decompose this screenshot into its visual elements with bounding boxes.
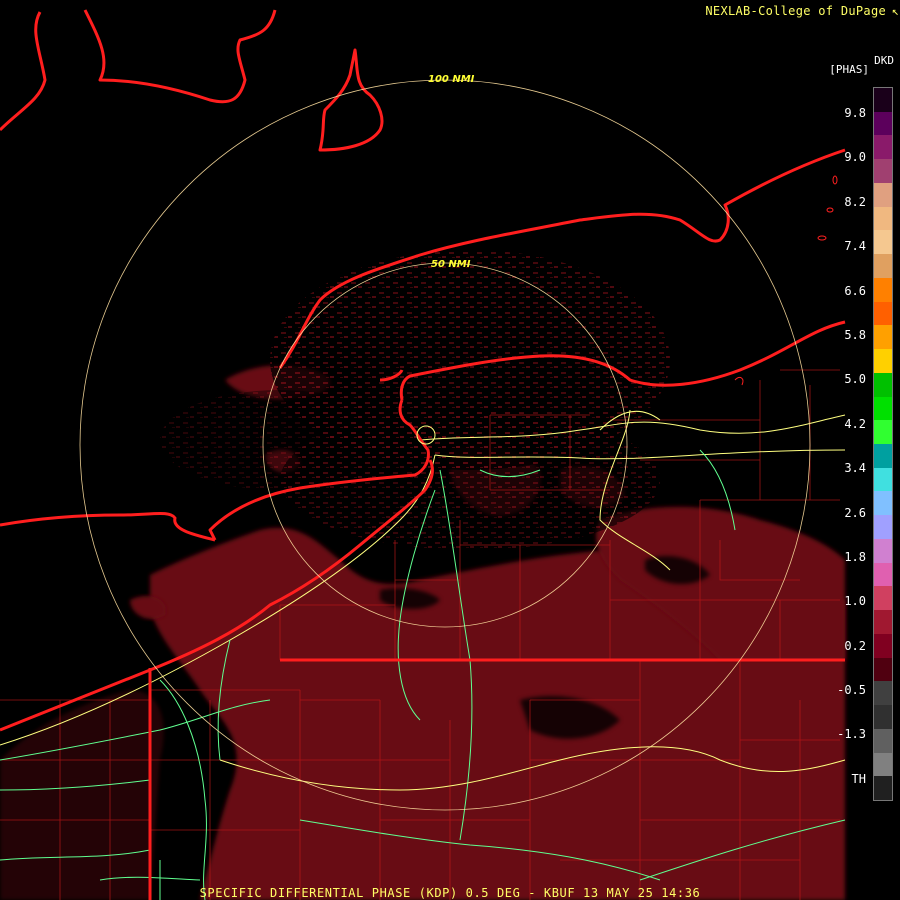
legend-swatch bbox=[874, 206, 892, 231]
legend-units: [PHAS] bbox=[829, 63, 869, 76]
legend-swatch bbox=[874, 776, 892, 801]
legend-swatch bbox=[874, 752, 892, 777]
lake-outlines bbox=[734, 175, 838, 386]
speckle-echoes bbox=[160, 250, 670, 550]
product-code: DKD bbox=[874, 54, 894, 67]
legend-swatch bbox=[874, 562, 892, 587]
legend-swatch bbox=[874, 657, 892, 682]
legend-tick-label: 2.6 bbox=[844, 506, 866, 520]
credit-arrow-icon: ↖ bbox=[891, 4, 899, 18]
legend-tick-label: -1.3 bbox=[837, 727, 866, 741]
legend-swatch bbox=[874, 728, 892, 753]
legend-tick-label: 1.0 bbox=[844, 594, 866, 608]
legend-swatch bbox=[874, 230, 892, 255]
legend-tick-label: 5.8 bbox=[844, 328, 866, 342]
product-footer: SPECIFIC DIFFERENTIAL PHASE (KDP) 0.5 DE… bbox=[199, 886, 701, 900]
legend-tick-label: -0.5 bbox=[837, 683, 866, 697]
legend-tick-label: 8.2 bbox=[844, 195, 866, 209]
legend-swatch bbox=[874, 538, 892, 563]
legend-swatch bbox=[874, 633, 892, 658]
legend-tick-label: 4.2 bbox=[844, 417, 866, 431]
legend-swatch bbox=[874, 467, 892, 492]
legend-swatch bbox=[874, 325, 892, 350]
legend-tick-label: 9.8 bbox=[844, 106, 866, 120]
legend-swatch bbox=[874, 491, 892, 516]
range-ring-100-label: 100 NMI bbox=[428, 74, 475, 85]
legend-swatch bbox=[874, 420, 892, 445]
legend-tick-label: 6.6 bbox=[844, 284, 866, 298]
legend-swatch bbox=[874, 135, 892, 160]
legend-swatch bbox=[874, 277, 892, 302]
legend-swatch bbox=[874, 681, 892, 706]
legend-swatch bbox=[874, 111, 892, 136]
legend-tick-label: 7.4 bbox=[844, 239, 866, 253]
legend-swatch bbox=[874, 349, 892, 374]
legend-swatch bbox=[874, 159, 892, 184]
legend-swatch bbox=[874, 586, 892, 611]
legend-swatch bbox=[874, 705, 892, 730]
legend-swatch bbox=[874, 254, 892, 279]
legend-tick-label: 3.4 bbox=[844, 461, 866, 475]
legend-swatch bbox=[874, 372, 892, 397]
legend-tick-label: 5.0 bbox=[844, 372, 866, 386]
legend-tick-label: TH bbox=[851, 772, 866, 786]
legend-swatch bbox=[874, 610, 892, 635]
legend-swatch bbox=[874, 182, 892, 207]
legend-swatch bbox=[874, 444, 892, 468]
credit-text: NEXLAB-College of DuPage bbox=[705, 4, 886, 18]
radar-map: 100 NMI 50 NMI bbox=[0, 9, 846, 900]
legend-tick-label: 9.0 bbox=[844, 150, 866, 164]
color-legend-bar bbox=[873, 87, 893, 801]
legend-swatch bbox=[874, 396, 892, 421]
legend-swatch bbox=[874, 301, 892, 326]
legend-swatch bbox=[874, 88, 892, 112]
legend-tick-label: 1.8 bbox=[844, 550, 866, 564]
legend-swatch bbox=[874, 515, 892, 540]
range-ring-50-label: 50 NMI bbox=[431, 259, 471, 270]
legend-tick-label: 0.2 bbox=[844, 639, 866, 653]
radar-display: 100 NMI 50 NMI NEXLAB-College of DuPage … bbox=[0, 0, 900, 900]
